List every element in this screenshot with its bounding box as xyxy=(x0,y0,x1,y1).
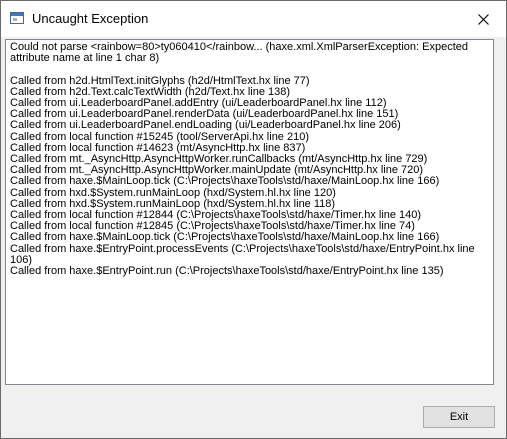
message-line: Could not parse <rainbow=80>ty060410</ra… xyxy=(10,41,472,65)
message-line: Called from mt._AsyncHttp.AsyncHttpWorke… xyxy=(10,164,424,177)
message-line: Called from mt._AsyncHttp.AsyncHttpWorke… xyxy=(10,153,428,166)
message-line: Called from ui.LeaderboardPanel.endLoadi… xyxy=(10,119,401,132)
window-icon xyxy=(10,12,24,24)
message-line: Called from h2d.HtmlText.initGlyphs (h2d… xyxy=(10,74,310,87)
message-line: Called from haxe.$MainLoop.tick (C:\Proj… xyxy=(10,175,440,188)
message-line: Called from local function #14623 (mt/As… xyxy=(10,141,306,154)
exit-button[interactable]: Exit xyxy=(423,406,495,428)
exception-dialog: Uncaught Exception Could not parse <rain… xyxy=(0,0,507,439)
message-line: Called from haxe.$EntryPoint.run (C:\Pro… xyxy=(10,265,444,278)
message-line: Called from ui.LeaderboardPanel.renderDa… xyxy=(10,108,399,121)
message-line: Called from h2d.Text.calcTextWidth (h2d/… xyxy=(10,85,291,98)
error-message-textbox[interactable]: Could not parse <rainbow=80>ty060410</ra… xyxy=(5,39,494,385)
close-icon xyxy=(477,13,489,25)
message-line: Called from haxe.$MainLoop.tick (C:\Proj… xyxy=(10,231,440,244)
message-line: Called from haxe.$EntryPoint.processEven… xyxy=(10,242,478,266)
window-title: Uncaught Exception xyxy=(32,11,149,26)
message-line: Called from ui.LeaderboardPanel.addEntry… xyxy=(10,97,387,110)
message-line: Called from local function #12844 (C:\Pr… xyxy=(10,209,422,222)
error-message-text: Could not parse <rainbow=80>ty060410</ra… xyxy=(10,41,490,278)
message-line: Called from local function #12845 (C:\Pr… xyxy=(10,220,415,233)
message-line: Called from local function #15245 (tool/… xyxy=(10,130,309,143)
message-line: Called from hxd.$System.runMainLoop (hxd… xyxy=(10,186,336,199)
message-line: Called from hxd.$System.runMainLoop (hxd… xyxy=(10,197,336,210)
title-bar[interactable]: Uncaught Exception xyxy=(1,1,506,37)
close-button[interactable] xyxy=(460,1,506,37)
